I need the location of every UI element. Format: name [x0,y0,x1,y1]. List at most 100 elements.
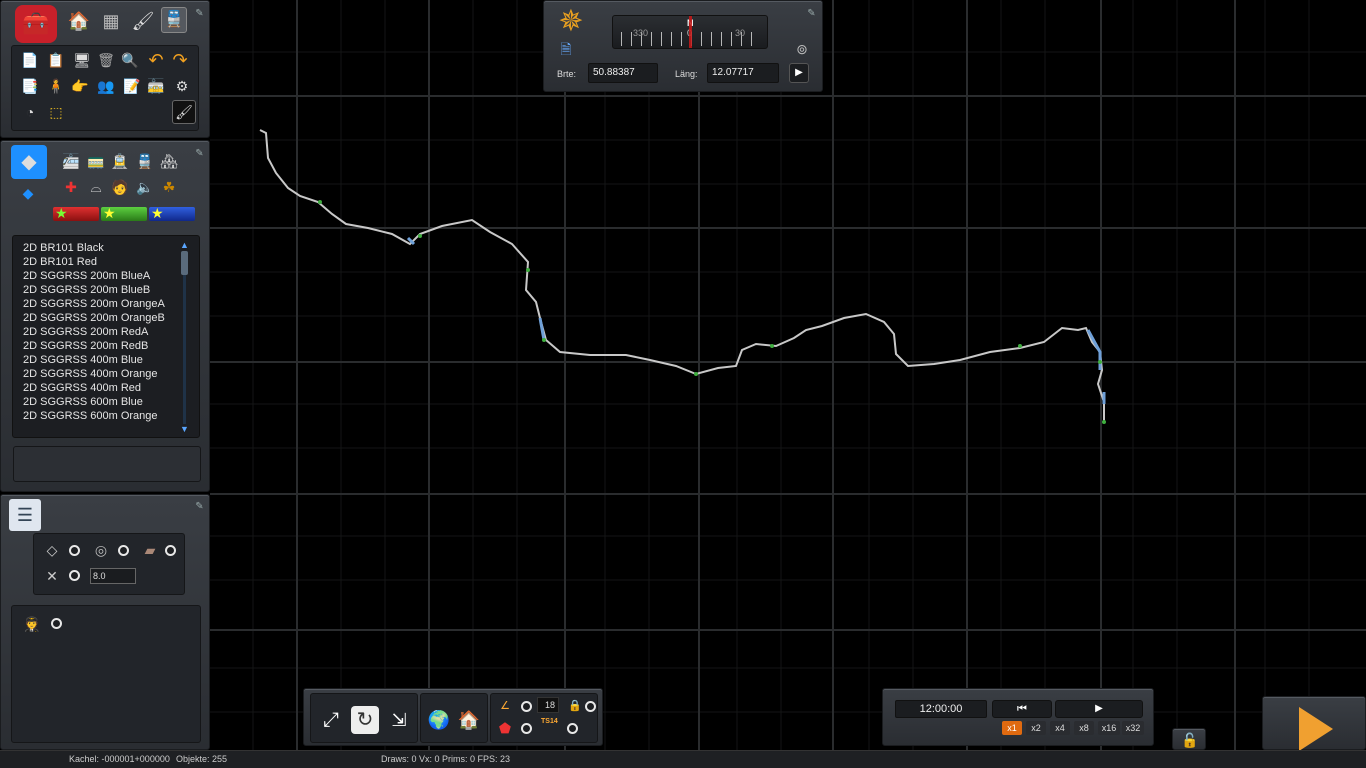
pin-icon[interactable]: ✎ [806,8,817,19]
speed-button-x32[interactable]: x32 [1122,721,1144,735]
redo-icon[interactable]: ↷ [170,50,190,70]
object-list-item[interactable]: 2D SGGRSS 600m Orange [23,409,165,423]
plank-icon[interactable]: ▰ [140,540,160,560]
speed-button-x2[interactable]: x2 [1026,721,1046,735]
search-map-icon[interactable]: 🔍 [120,50,140,70]
home-icon[interactable]: 🏠 [67,9,91,33]
scroll-down-icon[interactable]: ▼ [180,425,189,434]
figure-icon[interactable]: 🧑 [110,177,130,197]
bookmark-icon[interactable]: 🗎 [556,39,576,59]
checklist-icon[interactable]: ☰ [9,499,41,531]
person-icon[interactable]: 🧍 [46,76,66,96]
train-front-icon[interactable]: 🚆 [135,151,155,171]
object-list-item[interactable]: 2D BR101 Black [23,241,165,255]
speed-button-x1[interactable]: x1 [1002,721,1022,735]
lock-icon[interactable]: 🔒 [565,696,585,716]
paint-brush-icon[interactable]: 🖌 [131,9,155,33]
delete-icon[interactable]: 🗑 [96,50,116,70]
object-list-item[interactable]: 2D SGGRSS 400m Red [23,381,165,395]
track-icon[interactable]: ▦ [99,9,123,33]
hand-pointer-icon[interactable]: 👉 [70,76,90,96]
home-view-icon[interactable]: 🏠 [457,708,481,732]
speed-button-x8[interactable]: x8 [1074,721,1094,735]
compass-rose-icon[interactable]: ✵ [554,5,588,39]
rocks-icon[interactable]: ☘ [159,177,179,197]
object-list[interactable]: 2D BR101 Black 2D BR101 Red 2D SGGRSS 200m… [12,235,200,438]
snap-plank-radio[interactable] [165,545,176,556]
spread-icon[interactable]: ✕ [42,566,62,586]
speed-button-x4[interactable]: x4 [1050,721,1070,735]
go-to-location-button[interactable]: ▶ [789,63,809,83]
speed-button-x16[interactable]: x16 [1098,721,1120,735]
object-list-scrollbar[interactable]: ▲ ▼ [180,241,189,434]
turntable-icon[interactable]: ◎ [91,540,111,560]
angle-icon[interactable]: ∠ [495,696,515,716]
toolbox-icon[interactable]: 🧰 [15,5,57,43]
layer-red-icon[interactable]: ⬟ [495,718,515,738]
lock-radio[interactable] [585,701,596,712]
object-list-item[interactable]: 2D SGGRSS 200m RedB [23,339,165,353]
driver-icon[interactable]: 🧑‍✈ [22,614,42,634]
house-icon[interactable]: 🏘 [159,151,179,171]
fullscreen-icon[interactable]: ⤢ [319,708,343,732]
latitude-field[interactable]: 50.88387 [588,63,658,83]
unlock-icon[interactable]: 🔓 [1180,730,1200,750]
pin-icon[interactable]: ✎ [194,501,205,512]
spacing-input[interactable] [90,568,136,584]
play-time-button[interactable]: ▶ [1055,700,1143,718]
scenario-icon[interactable]: 📝 [122,76,142,96]
locomotive-icon[interactable]: 🚈 [61,151,81,171]
driver-radio[interactable] [51,618,62,629]
add-train-icon[interactable]: 🚋 [146,76,166,96]
pin-icon[interactable]: ✎ [194,148,205,159]
filter-red-favorite[interactable]: ★ [53,205,99,221]
object-list-item[interactable]: 2D SGGRSS 400m Blue [23,353,165,367]
small-cube-icon[interactable]: ◆ [19,185,37,201]
paste-icon[interactable]: 📋 [46,50,66,70]
filter-green-favorite[interactable]: ★ [101,205,147,221]
undo-icon[interactable]: ↶ [146,50,166,70]
people-icon[interactable]: 👥 [96,76,116,96]
angle-radio[interactable] [521,701,532,712]
longitude-field[interactable]: 12.07717 [707,63,779,83]
object-list-item[interactable]: 2D SGGRSS 200m BlueA [23,269,165,283]
layer-red-radio[interactable] [521,723,532,734]
object-list-item[interactable]: 2D SGGRSS 200m OrangeA [23,297,165,311]
filter-blue-favorite[interactable]: ★ [149,205,195,221]
globe-icon[interactable]: 🌍 [427,708,451,732]
scroll-up-icon[interactable]: ▲ [180,241,189,250]
object-list-item[interactable]: 2D SGGRSS 600m Blue [23,395,165,409]
cube-icon[interactable]: ◆ [11,145,47,179]
ts-radio[interactable] [567,723,578,734]
train-mode-icon[interactable]: 🚆 [161,7,187,33]
ts-badge[interactable]: TS14 [541,718,561,736]
spacing-radio[interactable] [69,570,80,581]
monitor-icon[interactable]: 🖥 [72,50,92,70]
reset-camera-icon[interactable]: ⊚ [792,39,812,59]
snap-plane-radio[interactable] [69,545,80,556]
signal-icon[interactable]: ✚ [61,177,81,197]
snap-turntable-radio[interactable] [118,545,129,556]
object-list-item[interactable]: 2D SGGRSS 200m BlueB [23,283,165,297]
route-track[interactable] [259,129,1105,422]
list-icon[interactable]: 📑 [20,76,40,96]
brush-tool-icon[interactable]: 🖌 [172,100,196,124]
clock-display[interactable]: 12:00:00 [895,700,987,718]
bridge-icon[interactable]: ⌓ [86,177,106,197]
selection-box-icon[interactable]: ⬚ [46,102,66,122]
rewind-button[interactable]: ⏮ [992,700,1052,718]
tile-distance-field[interactable]: 18 [537,697,559,713]
plane-icon[interactable]: ◇ [42,540,62,560]
rotate-camera-icon[interactable]: ↻ [351,706,379,734]
pie-chart-icon[interactable]: ◔ [20,102,40,122]
wagon-icon[interactable]: 🚃 [86,151,106,171]
object-list-item[interactable]: 2D SGGRSS 200m OrangeB [23,311,165,325]
drive-play-icon[interactable] [1299,707,1333,751]
object-list-item[interactable]: 2D SGGRSS 200m RedA [23,325,165,339]
object-list-item[interactable]: 2D SGGRSS 400m Orange [23,367,165,381]
copy-icon[interactable]: 📄 [20,50,40,70]
scroll-thumb[interactable] [181,251,188,275]
tram-icon[interactable]: 🚊 [110,151,130,171]
free-camera-icon[interactable]: ⇲ [387,708,411,732]
settings-list-icon[interactable]: ⚙ [172,76,192,96]
